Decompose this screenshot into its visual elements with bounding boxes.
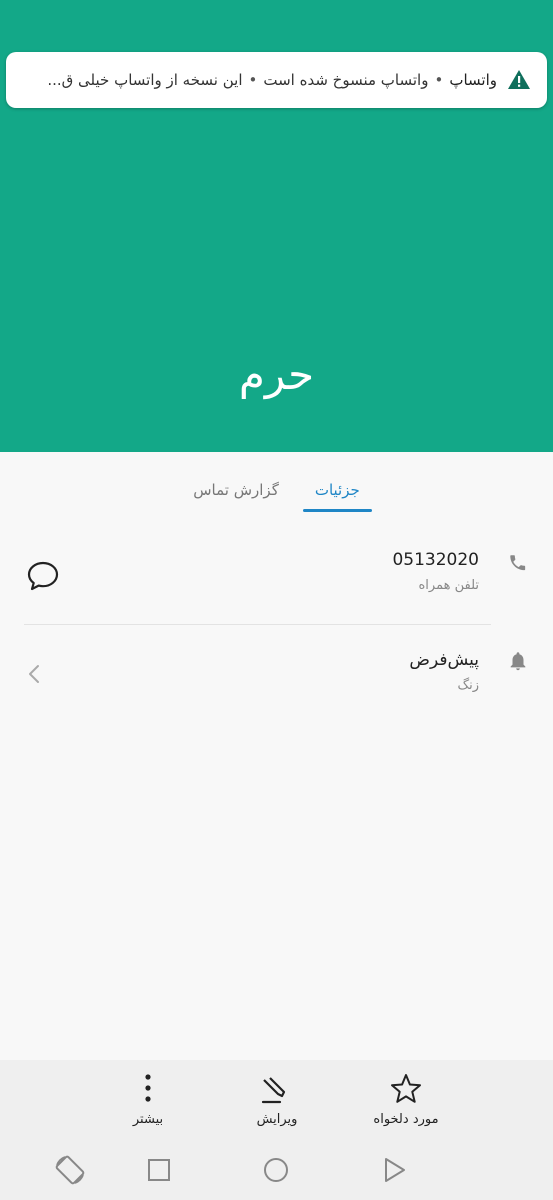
message-icon[interactable] <box>26 560 60 592</box>
phone-type: تلفن همراه <box>418 578 480 593</box>
notification-banner[interactable]: واتساپ • واتساپ منسوخ شده است • این نسخه از … <box>6 52 547 108</box>
notification-separator: • <box>434 71 444 89</box>
notification-text: واتساپ • واتساپ منسوخ شده است • این نسخه از … <box>24 71 497 89</box>
more-label: بیشتر <box>132 1112 164 1127</box>
divider <box>24 624 491 625</box>
tab-details[interactable]: جزئیات <box>302 470 372 514</box>
system-nav-bar <box>0 1140 553 1200</box>
warning-icon <box>508 70 530 89</box>
edit-label: ویرایش <box>256 1112 298 1127</box>
ringtone-row[interactable]: پیش‌فرض زنگ <box>24 650 529 710</box>
action-bar: مورد دلخواه ویرایش بیشتر <box>0 1060 553 1140</box>
tab-bar: جزئیات گزارش تماس <box>0 470 553 514</box>
edit-button[interactable]: ویرایش <box>217 1072 337 1127</box>
phone-number: 05132020 <box>392 550 479 570</box>
notification-app: واتساپ <box>449 71 497 89</box>
home-icon[interactable] <box>258 1152 294 1188</box>
pencil-icon <box>261 1077 286 1104</box>
rotate-icon[interactable] <box>52 1152 88 1188</box>
ringtone-label: زنگ <box>457 678 479 693</box>
phone-icon <box>510 555 526 571</box>
favorite-button[interactable]: مورد دلخواه <box>346 1072 466 1127</box>
bell-icon <box>510 652 526 671</box>
star-icon <box>391 1074 421 1103</box>
contact-header: واتساپ • واتساپ منسوخ شده است • این نسخه از … <box>0 0 553 452</box>
recents-icon[interactable] <box>141 1152 177 1188</box>
notification-separator-2: • <box>248 71 258 89</box>
notification-title: واتساپ منسوخ شده است <box>263 71 429 89</box>
ringtone-value: پیش‌فرض <box>409 650 479 670</box>
more-button[interactable]: بیشتر <box>88 1072 208 1127</box>
contact-name: حرم <box>238 350 315 399</box>
notification-body: این نسخه از واتساپ خیلی ق... <box>47 71 243 89</box>
favorite-label: مورد دلخواه <box>373 1112 439 1127</box>
chevron-left-icon[interactable] <box>24 662 44 686</box>
back-icon[interactable] <box>376 1152 412 1188</box>
phone-row[interactable]: 05132020 تلفن همراه <box>24 550 529 610</box>
more-vertical-icon <box>145 1074 151 1102</box>
tab-call-log[interactable]: گزارش تماس <box>181 470 291 514</box>
